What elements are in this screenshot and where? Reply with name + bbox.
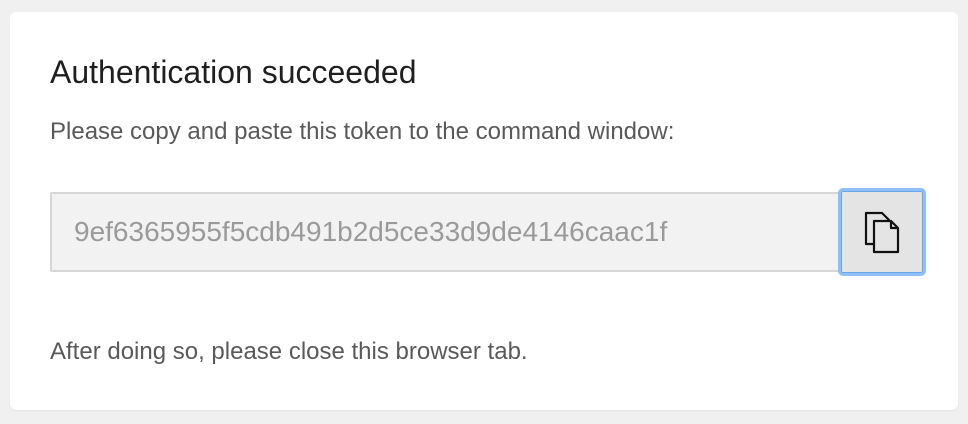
- footer-text: After doing so, please close this browse…: [50, 338, 528, 365]
- auth-card: Authentication succeeded Please copy and…: [10, 12, 958, 410]
- token-field[interactable]: 9ef6365955f5cdb491b2d5ce33d9de4146caac1f: [50, 192, 840, 272]
- token-row: 9ef6365955f5cdb491b2d5ce33d9de4146caac1f: [50, 188, 926, 276]
- copy-icon: [864, 211, 900, 254]
- page-title: Authentication succeeded: [50, 54, 417, 90]
- instruction-text: Please copy and paste this token to the …: [50, 118, 675, 145]
- copy-button[interactable]: [838, 188, 926, 276]
